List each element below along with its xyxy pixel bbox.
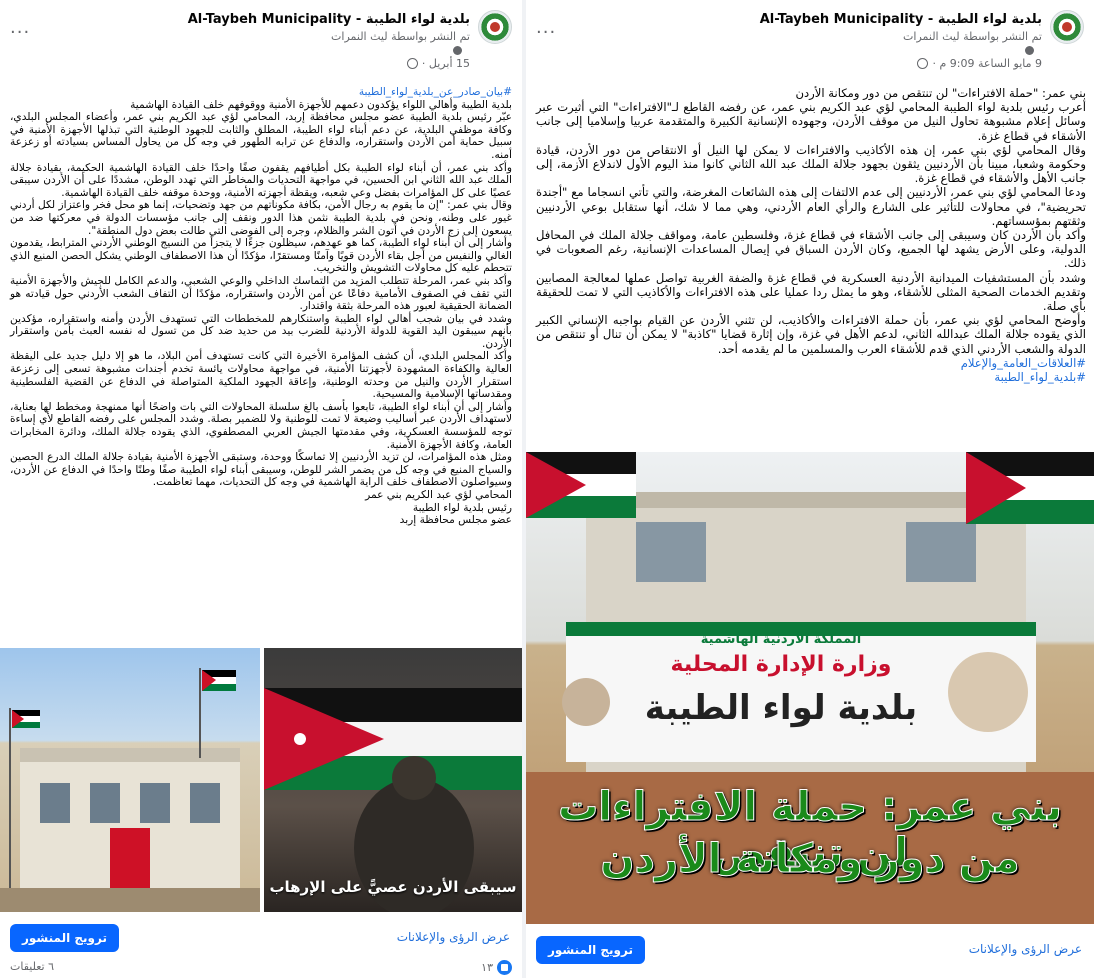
post-header: بلدية لواء الطيبة - Al-Taybeh Municipali…	[0, 0, 522, 86]
globe-icon	[917, 58, 929, 69]
post-paragraph: عضو مجلس محافظة إربد	[399, 514, 512, 527]
author-icon	[1025, 46, 1034, 55]
post-paragraph: وقال بني عمر: "إن ما يقوم به رجال الأمن،…	[10, 199, 512, 237]
post-date-text: 9 مايو الساعة 9:09 م ·	[932, 57, 1042, 70]
hashtag-link[interactable]: #بلدية_لواء_الطيبة	[536, 370, 1086, 384]
post-paragraph: بني عمر: "حملة الافتراءات" لن تنتقص من د…	[795, 86, 1087, 100]
building-illustration	[0, 668, 260, 912]
poster-caption: سيبقى الأردن عصيًّ على الإرهاب	[269, 878, 517, 896]
post-paragraph: وشدد في بيان شجب أهالي لواء الطيبة واستن…	[10, 312, 512, 350]
comments-count[interactable]: ٦ تعليقات	[10, 960, 54, 973]
post-paragraph: أعرب رئيس بلدية لواء الطيبة المحامي لؤي …	[536, 100, 1086, 143]
post-paragraph: وأشار إلى أن أبناء لواء الطيبة، كما هو ع…	[10, 237, 512, 275]
banner-municipality: بلدية لواء الطيبة	[644, 688, 918, 728]
page-avatar[interactable]	[1050, 10, 1084, 44]
posted-by-label: تم النشر بواسطة ليث النمرات	[903, 30, 1042, 43]
promote-post-button[interactable]: ترويج المنشور	[10, 924, 119, 952]
post-stats: ١٣ ٦ تعليقات	[0, 956, 522, 978]
like-icon	[497, 960, 512, 975]
more-options-icon[interactable]: ···	[10, 22, 30, 43]
post-body: بني عمر: "حملة الافتراءات" لن تنتقص من د…	[526, 86, 1094, 384]
post-paragraph: وأوضح المحامي لؤي بني عمر، بأن حملة الاف…	[536, 313, 1086, 356]
photo-soldier-poster[interactable]: سيبقى الأردن عصيًّ على الإرهاب	[264, 648, 522, 912]
author-icon	[453, 46, 462, 55]
post-paragraph: وأشار إلى أن أبناء لواء الطيبة، تابعوا ب…	[10, 400, 512, 451]
post-paragraph: عبّر رئيس بلدية الطيبة عضو مجلس محافظة إ…	[10, 111, 512, 161]
page-avatar[interactable]	[478, 10, 512, 44]
post-photos: سيبقى الأردن عصيًّ على الإرهاب	[0, 648, 522, 912]
post-paragraph: بلدية الطيبة وأهالي اللواء يؤكدون دعمهم …	[130, 98, 512, 111]
globe-icon	[406, 58, 418, 69]
post-paragraph: وأكد بني عمر، المرحلة تتطلب المزيد من ال…	[10, 274, 512, 313]
overlay-headline-2: من دور ومكانة الأردن	[600, 836, 1020, 883]
post-paragraph: وقال المحامي لؤي بني عمر، إن هذه الأكاذي…	[536, 142, 1086, 186]
post-footer: ترويج المنشور عرض الرؤى والإعلانات	[526, 930, 1094, 970]
post-paragraph: وأكد بأن الأردن كان وسيبقى إلى جانب الأش…	[536, 228, 1086, 271]
post-paragraph: المحامي لؤي عبد الكريم بني عمر	[365, 489, 512, 501]
promote-post-button[interactable]: ترويج المنشور	[536, 936, 645, 964]
post-footer: ترويج المنشور عرض الرؤى والإعلانات	[0, 918, 522, 958]
post-header: بلدية لواء الطيبة - Al-Taybeh Municipali…	[526, 0, 1094, 86]
post-paragraph: رئيس بلدية لواء الطيبة	[412, 501, 512, 514]
post-date[interactable]: 9 مايو الساعة 9:09 م ·	[917, 57, 1042, 70]
post-date-text: 15 أبريل ·	[421, 57, 470, 70]
view-insights-link[interactable]: عرض الرؤى والإعلانات	[397, 930, 510, 944]
more-options-icon[interactable]: ···	[536, 22, 556, 43]
photo-municipality-building[interactable]	[0, 648, 260, 912]
page-name-link[interactable]: بلدية لواء الطيبة - Al-Taybeh Municipali…	[188, 12, 470, 27]
posted-by-label: تم النشر بواسطة ليث النمرات	[331, 30, 470, 43]
post-right: بلدية لواء الطيبة - Al-Taybeh Municipali…	[526, 0, 1094, 978]
post-paragraph: ومثل هذه المؤامرات، لن تزيد الأردنيين إل…	[10, 451, 512, 489]
post-paragraph: ودعا المحامي لؤي بني عمر، الأردنيين إلى …	[536, 185, 1086, 228]
banner-ministry: وزارة الإدارة المحلية	[670, 652, 892, 677]
hashtag-link[interactable]: #بيان_صادر_عن_بلدية_لواء_الطيبة	[10, 86, 512, 99]
page-name-link[interactable]: بلدية لواء الطيبة - Al-Taybeh Municipali…	[760, 12, 1042, 27]
reaction-count: ١٣	[481, 961, 493, 974]
post-body: #بيان_صادر_عن_بلدية_لواء_الطيبة بلدية الط…	[0, 86, 522, 527]
banner-kingdom: المملكة الأردنية الهاشمية	[700, 632, 862, 647]
post-paragraph: وأكد بني عمر، أن أبناء لواء الطيبة بكل أ…	[10, 161, 512, 199]
view-insights-link[interactable]: عرض الرؤى والإعلانات	[969, 942, 1082, 956]
reactions-summary[interactable]: ١٣	[481, 960, 512, 975]
post-paragraph: وشدد بأن المستشفيات الميدانية الأردنية ا…	[536, 270, 1086, 314]
poster-illustration	[264, 688, 522, 912]
post-left: بلدية لواء الطيبة - Al-Taybeh Municipali…	[0, 0, 522, 978]
post-date[interactable]: 15 أبريل ·	[406, 57, 470, 70]
post-paragraph: وأكد المجلس البلدي، أن كشف المؤامرة الأخ…	[10, 350, 512, 401]
hashtag-link[interactable]: #العلاقات_العامة_والإعلام	[536, 356, 1086, 370]
photo-municipality-banner[interactable]: المملكة الأردنية الهاشمية وزارة الإدارة …	[526, 452, 1094, 924]
